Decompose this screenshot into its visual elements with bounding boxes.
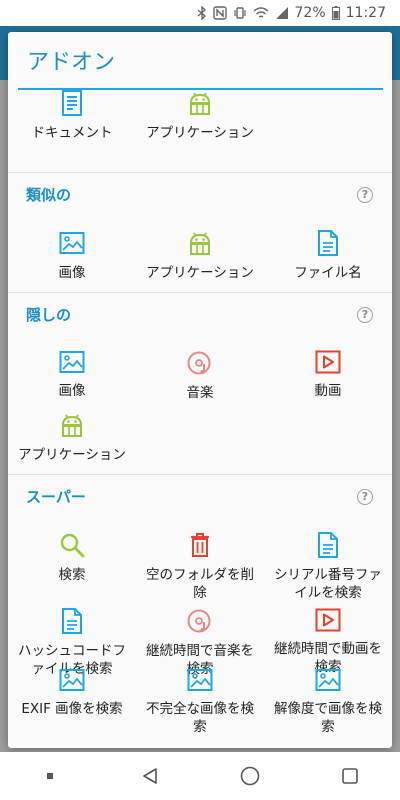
addon-item[interactable]: 空のフォルダを削除 — [136, 518, 264, 601]
addon-item-label: EXIF 画像を検索 — [21, 701, 123, 717]
wifi-icon — [253, 7, 268, 18]
status-bar: 72% 11:27 — [0, 0, 400, 26]
image-icon — [315, 668, 341, 692]
section-header: 類似の? — [8, 172, 392, 216]
section-title: 隠しの — [26, 306, 72, 324]
section-grid: 画像音楽 動画アプリケーション — [8, 336, 392, 474]
help-icon[interactable]: ? — [357, 307, 373, 323]
back-triangle-icon — [143, 768, 157, 784]
back-button[interactable] — [120, 752, 180, 800]
file-icon — [59, 608, 85, 634]
dialog-title: アドオン — [27, 50, 116, 75]
image-icon — [59, 230, 85, 256]
help-icon[interactable]: ? — [357, 187, 373, 203]
addon-item[interactable]: アプリケーション — [8, 398, 136, 474]
section-header: 隠しの? — [8, 292, 392, 336]
addon-item[interactable]: 解像度で画像を検索 — [264, 654, 392, 735]
video-play-icon — [315, 350, 341, 374]
addon-item[interactable]: 不完全な画像を検索 — [136, 654, 264, 735]
image-icon — [59, 350, 85, 374]
section-grid: 検索 空のフォルダを削除 シリアル番号ファイルを検索 ハッシュコードファイルを検索 継続… — [8, 518, 392, 735]
android-icon — [59, 412, 85, 438]
battery-percent: 72% — [294, 5, 326, 21]
file-icon — [315, 230, 341, 256]
document-icon — [59, 90, 85, 116]
addon-item[interactable]: EXIF 画像を検索 — [8, 654, 136, 717]
section-grid: 画像 アプリケーション ファイル名 — [8, 216, 392, 292]
section-title: 類似の — [26, 186, 72, 204]
image-icon — [187, 668, 213, 692]
help-icon[interactable]: ? — [357, 489, 373, 505]
addon-item-label: ドキュメント — [31, 125, 113, 141]
addon-item-label: 解像度で画像を検索 — [274, 701, 382, 735]
addon-item-label: アプリケーション — [146, 265, 254, 281]
android-icon — [187, 230, 213, 256]
addon-item[interactable]: 画像 — [8, 336, 136, 399]
addon-item[interactable]: 動画 — [264, 336, 392, 399]
android-icon — [187, 90, 213, 116]
bluetooth-icon — [197, 6, 206, 20]
file-icon — [315, 532, 341, 558]
addon-item[interactable]: アプリケーション — [136, 90, 264, 172]
addon-list[interactable]: ドキュメント アプリケーション 類似の? 画像 アプリケーション ファイル名 隠しの? 画像… — [8, 90, 392, 748]
section-title: スーパー — [26, 488, 86, 506]
recents-dot-button[interactable] — [20, 752, 80, 800]
overview-button[interactable] — [320, 752, 380, 800]
image-icon — [59, 668, 85, 692]
vibrate-icon — [233, 7, 246, 19]
addon-item[interactable]: シリアル番号ファイルを検索 — [264, 518, 392, 601]
addon-item-label: 画像 — [58, 265, 86, 281]
music-disc-icon — [187, 608, 213, 634]
addon-item-label: 検索 — [58, 567, 86, 583]
search-icon — [59, 532, 85, 558]
addon-item[interactable]: ハッシュコードファイルを検索 — [8, 594, 136, 677]
music-disc-icon — [187, 350, 213, 376]
status-icons: 72% 11:27 — [197, 0, 386, 26]
navigation-bar — [0, 752, 400, 800]
top-grid: ドキュメント アプリケーション — [8, 82, 392, 172]
addon-item-label: アプリケーション — [146, 125, 254, 141]
overview-square-icon — [342, 768, 358, 784]
addon-item-label: 不完全な画像を検索 — [146, 701, 254, 735]
video-play-icon — [315, 608, 341, 632]
addon-item[interactable]: アプリケーション — [136, 216, 264, 292]
trash-icon — [187, 532, 213, 558]
nfc-icon — [212, 6, 227, 20]
sections-container: 類似の? 画像 アプリケーション ファイル名 隠しの? 画像 音楽 動画 アプリケーション スーパ… — [8, 172, 392, 735]
section-header: スーパー? — [8, 474, 392, 518]
home-button[interactable] — [220, 752, 280, 800]
signal-icon — [275, 7, 288, 19]
addon-item[interactable]: ドキュメント — [8, 90, 136, 172]
addon-item[interactable]: ファイル名 — [264, 216, 392, 292]
small-square-icon — [47, 773, 53, 779]
addon-item[interactable]: 画像 — [8, 216, 136, 292]
battery-icon — [331, 6, 340, 20]
addons-dialog: アドオン ドキュメント アプリケーション 類似の? 画像 アプリケーション ファイル名隠… — [8, 32, 392, 748]
addon-item[interactable]: 音楽 — [136, 336, 264, 401]
addon-item[interactable]: 検索 — [8, 518, 136, 594]
home-circle-icon — [240, 766, 260, 786]
clock: 11:27 — [345, 5, 386, 21]
addon-item-label: アプリケーション — [18, 447, 126, 463]
addon-item[interactable]: 継続時間で音楽を検索 — [136, 594, 264, 677]
addon-item-label: ファイル名 — [294, 265, 362, 281]
addon-item[interactable]: 継続時間で動画を検索 — [264, 594, 392, 675]
addon-item-label: 動画 — [314, 383, 342, 399]
addon-item-label: 音楽 — [186, 385, 214, 401]
